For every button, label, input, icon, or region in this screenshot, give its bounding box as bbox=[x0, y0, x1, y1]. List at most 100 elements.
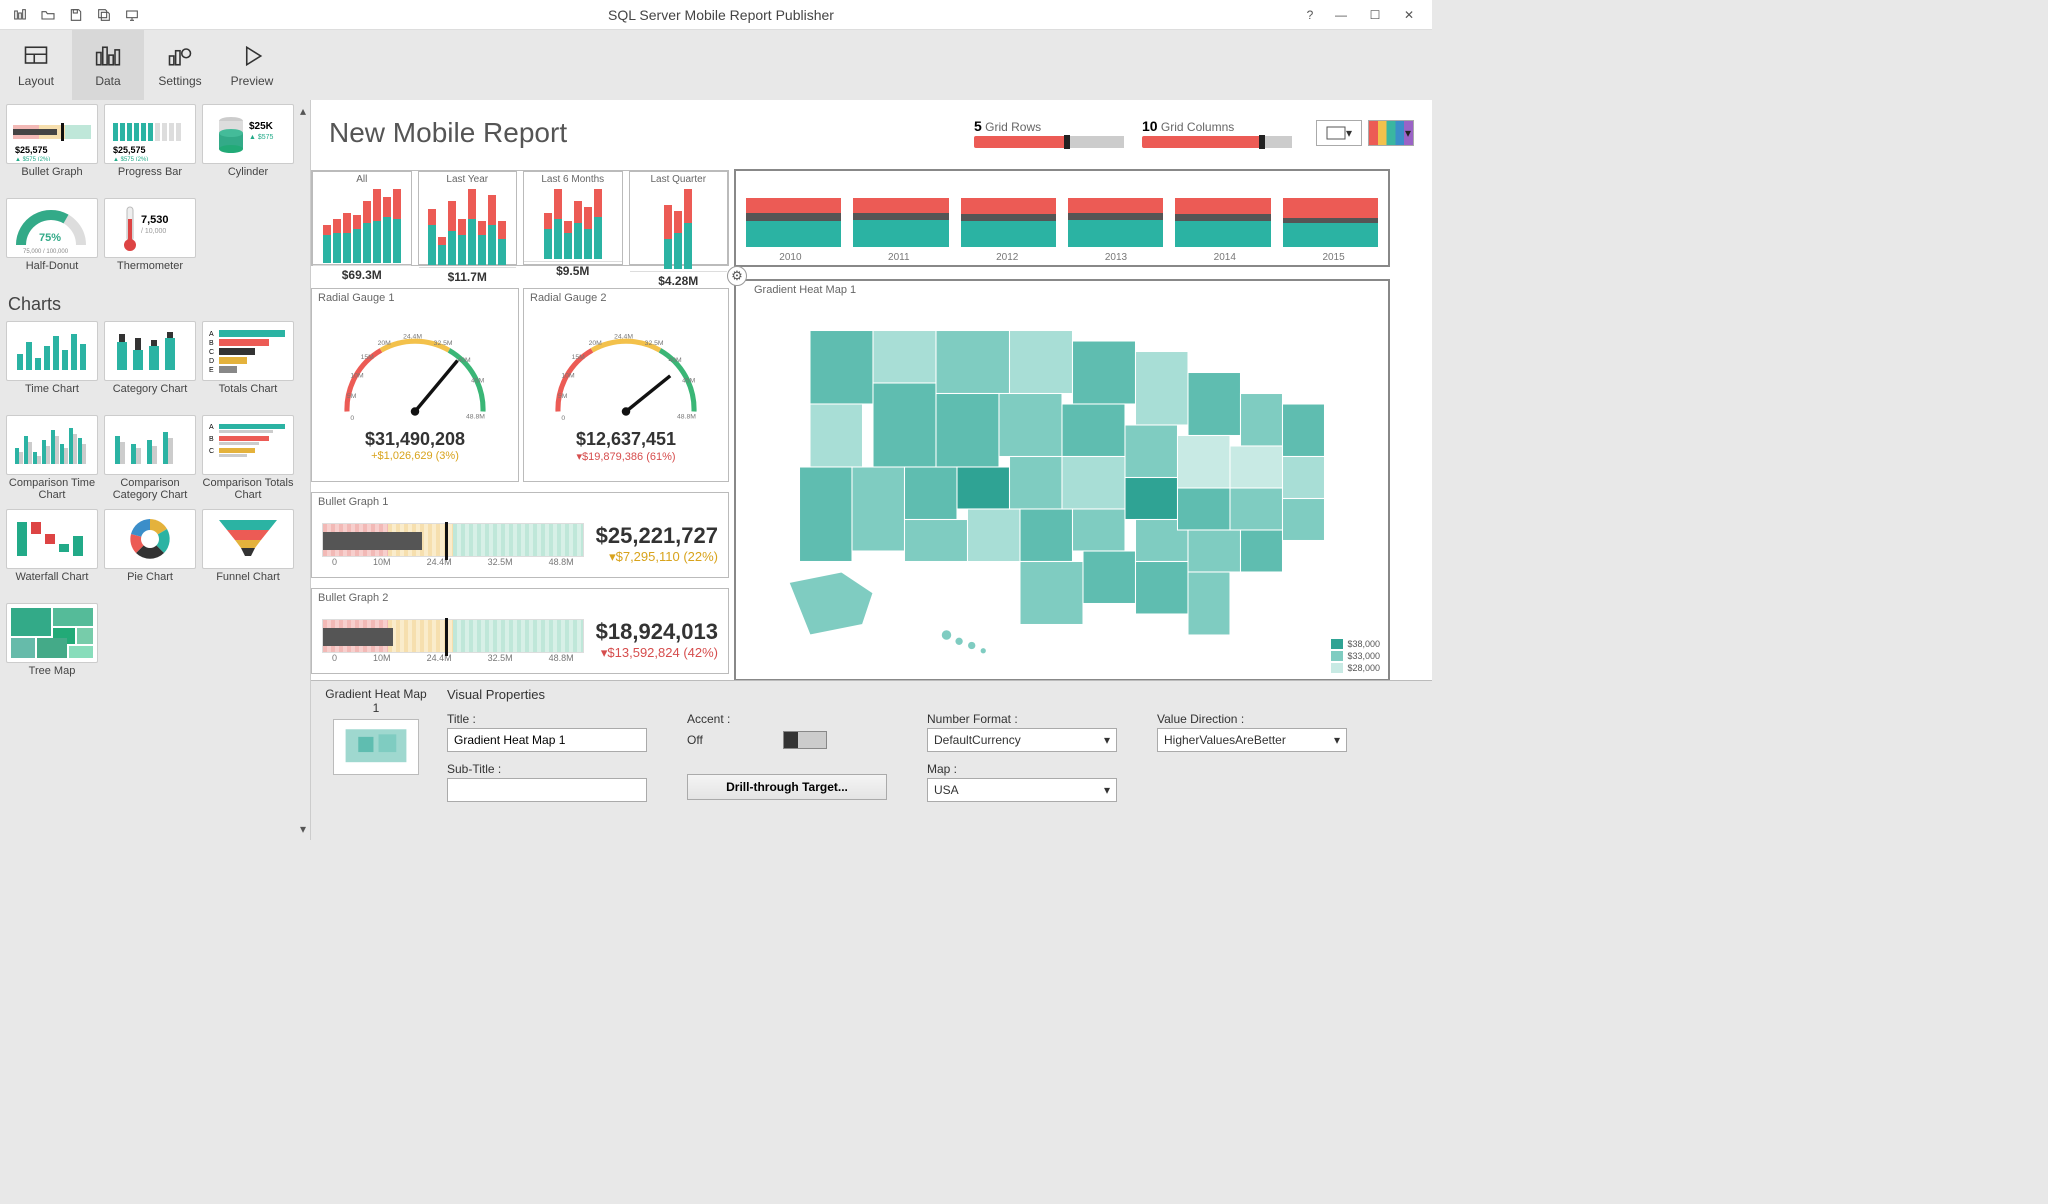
save-icon[interactable] bbox=[62, 3, 90, 27]
svg-text:C: C bbox=[209, 349, 214, 356]
svg-text:40M: 40M bbox=[458, 357, 472, 364]
tile-year-bars[interactable]: 201020112012201320142015 bbox=[735, 170, 1389, 266]
prop-value-direction[interactable]: HigherValuesAreBetter▾ bbox=[1157, 728, 1347, 752]
svg-text:▲ $575 (2%): ▲ $575 (2%) bbox=[113, 157, 148, 161]
svg-text:5M: 5M bbox=[347, 393, 357, 400]
gallery-thermometer[interactable]: 7,530/ 10,000 Thermometer bbox=[104, 198, 196, 286]
svg-text:32.5M: 32.5M bbox=[645, 340, 664, 347]
svg-text:75,000 / 100,000: 75,000 / 100,000 bbox=[23, 249, 69, 255]
prop-accent-value: Off bbox=[687, 733, 703, 747]
svg-text:32.5M: 32.5M bbox=[434, 340, 453, 347]
selected-element-preview bbox=[333, 719, 419, 775]
design-canvas[interactable]: All$69.3MLast Year$11.7MLast 6 Months$9.… bbox=[311, 166, 1432, 680]
gallery-category-chart[interactable]: Category Chart bbox=[104, 321, 196, 409]
gear-icon[interactable]: ⚙ bbox=[727, 266, 747, 286]
tile-gauge-2[interactable]: Radial Gauge 2 05M10M15M20M24.4M32.5M40M… bbox=[523, 288, 729, 482]
element-gallery[interactable]: ▴ $25,575▲ $575 (2%) Bullet Graph $25,57… bbox=[0, 100, 310, 840]
svg-text:20M: 20M bbox=[589, 340, 603, 347]
drill-through-button[interactable]: Drill-through Target... bbox=[687, 774, 887, 800]
svg-text:5M: 5M bbox=[558, 393, 568, 400]
mode-settings[interactable]: Settings bbox=[144, 30, 216, 100]
gallery-half-donut[interactable]: 75%75,000 / 100,000 Half-Donut bbox=[6, 198, 98, 286]
tile-bullet-2[interactable]: Bullet Graph 2 010M24.4M32.5M48.8M bbox=[311, 588, 729, 674]
svg-text:48.8M: 48.8M bbox=[466, 413, 485, 420]
orientation-select[interactable]: ▾ bbox=[1316, 120, 1362, 146]
svg-text:D: D bbox=[209, 358, 214, 365]
svg-text:A: A bbox=[209, 424, 214, 431]
mode-ribbon: Layout Data Settings Preview bbox=[0, 30, 1432, 100]
svg-text:15M: 15M bbox=[361, 354, 375, 361]
gallery-progress-bar[interactable]: $25,575▲ $575 (2%) Progress Bar bbox=[104, 104, 196, 192]
gallery-pie-chart[interactable]: Pie Chart bbox=[104, 509, 196, 597]
tile-selector-tabs[interactable]: All$69.3MLast Year$11.7MLast 6 Months$9.… bbox=[311, 170, 729, 266]
minimize-icon[interactable]: — bbox=[1324, 3, 1358, 27]
svg-text:10M: 10M bbox=[561, 373, 575, 380]
properties-panel: Gradient Heat Map 1 Visual Properties Ti… bbox=[311, 680, 1432, 840]
help-icon[interactable]: ? bbox=[1296, 3, 1324, 27]
grid-rows-control[interactable]: 5 Grid Rows bbox=[974, 118, 1124, 148]
gallery-totals-chart[interactable]: ABCDETotals Chart bbox=[202, 321, 294, 409]
prop-accent-toggle[interactable] bbox=[783, 731, 827, 749]
gallery-bullet-graph[interactable]: $25,575▲ $575 (2%) Bullet Graph bbox=[6, 104, 98, 192]
svg-text:E: E bbox=[209, 367, 214, 374]
tile-bullet-1[interactable]: Bullet Graph 1 010M24.4M32.5M48.8M bbox=[311, 492, 729, 578]
svg-text:15M: 15M bbox=[572, 354, 586, 361]
svg-text:48.8M: 48.8M bbox=[677, 413, 696, 420]
prop-map[interactable]: USA▾ bbox=[927, 778, 1117, 802]
svg-text:C: C bbox=[209, 448, 214, 455]
gallery-section-charts: Charts bbox=[8, 294, 304, 315]
grid-cols-control[interactable]: 10 Grid Columns bbox=[1142, 118, 1292, 148]
mode-layout[interactable]: Layout bbox=[0, 30, 72, 100]
maximize-icon[interactable]: ☐ bbox=[1358, 3, 1392, 27]
tile-heat-map[interactable]: Gradient Heat Map 1 bbox=[735, 280, 1389, 680]
svg-text:10M: 10M bbox=[350, 373, 364, 380]
us-map bbox=[736, 299, 1388, 677]
gallery-time-chart[interactable]: Time Chart bbox=[6, 321, 98, 409]
selected-element-name: Gradient Heat Map 1 bbox=[321, 687, 431, 715]
gallery-funnel-chart[interactable]: Funnel Chart bbox=[202, 509, 294, 597]
palette-select[interactable]: ▾ bbox=[1368, 120, 1414, 146]
map-legend: $38,000 $33,000 $28,000 bbox=[1331, 639, 1380, 673]
gallery-comp-category-chart[interactable]: Comparison Category Chart bbox=[104, 415, 196, 503]
svg-text:0: 0 bbox=[350, 415, 354, 422]
canvas-header: New Mobile Report 5 Grid Rows 10 Grid Co… bbox=[311, 100, 1432, 166]
selector-tab[interactable]: Last Quarter$4.28M bbox=[629, 171, 729, 265]
app-title: SQL Server Mobile Report Publisher bbox=[146, 7, 1296, 23]
svg-text:24.4M: 24.4M bbox=[403, 333, 422, 340]
svg-text:$25,575: $25,575 bbox=[15, 145, 48, 155]
svg-text:45M: 45M bbox=[471, 378, 485, 385]
svg-text:45M: 45M bbox=[682, 378, 696, 385]
gallery-cylinder[interactable]: $25K▲ $575 Cylinder bbox=[202, 104, 294, 192]
svg-text:$25K: $25K bbox=[249, 121, 274, 132]
connect-icon[interactable] bbox=[118, 3, 146, 27]
gallery-comp-time-chart[interactable]: Comparison Time Chart bbox=[6, 415, 98, 503]
selector-tab[interactable]: Last 6 Months$9.5M bbox=[523, 171, 623, 265]
svg-text:75%: 75% bbox=[39, 232, 61, 244]
prop-number-format[interactable]: DefaultCurrency▾ bbox=[927, 728, 1117, 752]
report-title[interactable]: New Mobile Report bbox=[329, 117, 974, 149]
gallery-waterfall-chart[interactable]: Waterfall Chart bbox=[6, 509, 98, 597]
prop-subtitle-input[interactable] bbox=[447, 778, 647, 802]
scroll-up-icon[interactable]: ▴ bbox=[300, 104, 306, 118]
tile-gauge-1[interactable]: Radial Gauge 1 05M10M15M20M24.4M32.5M40M… bbox=[311, 288, 519, 482]
gallery-tree-map[interactable]: Tree Map bbox=[6, 603, 98, 691]
mode-preview[interactable]: Preview bbox=[216, 30, 288, 100]
close-icon[interactable]: ✕ bbox=[1392, 3, 1426, 27]
prop-title-input[interactable] bbox=[447, 728, 647, 752]
scroll-down-icon[interactable]: ▾ bbox=[300, 822, 306, 836]
saveas-icon[interactable] bbox=[90, 3, 118, 27]
selector-tab[interactable]: All$69.3M bbox=[312, 171, 412, 265]
svg-text:0: 0 bbox=[561, 415, 565, 422]
svg-text:A: A bbox=[209, 331, 214, 338]
open-icon[interactable] bbox=[34, 3, 62, 27]
selector-tab[interactable]: Last Year$11.7M bbox=[418, 171, 518, 265]
svg-text:/ 10,000: / 10,000 bbox=[141, 228, 166, 235]
gallery-comp-totals-chart[interactable]: ABCComparison Totals Chart bbox=[202, 415, 294, 503]
mode-data[interactable]: Data bbox=[72, 30, 144, 100]
new-report-icon[interactable] bbox=[6, 3, 34, 27]
svg-text:24.4M: 24.4M bbox=[614, 333, 633, 340]
title-bar: SQL Server Mobile Report Publisher ? — ☐… bbox=[0, 0, 1432, 30]
svg-text:$25,575: $25,575 bbox=[113, 145, 146, 155]
svg-text:▲ $575: ▲ $575 bbox=[249, 134, 274, 141]
props-header: Visual Properties bbox=[447, 687, 1347, 702]
